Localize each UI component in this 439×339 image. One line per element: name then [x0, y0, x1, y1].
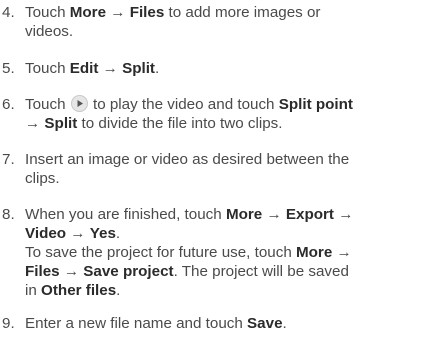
text-segment: → [25, 115, 45, 132]
text-segment: Touch [25, 4, 70, 21]
text-segment: to divide the file into two clips. [77, 115, 283, 132]
ui-term: Split [44, 115, 78, 132]
text-segment: in [25, 282, 42, 299]
text-segment: → [66, 225, 90, 242]
ui-term: Edit [69, 60, 99, 77]
ui-term: More [296, 244, 333, 261]
text-segment: → [98, 60, 123, 77]
text-line: Touch to play the video and touch Split … [25, 95, 437, 114]
step-number: 8. [2, 206, 15, 223]
text-line: in Other files. [25, 281, 437, 300]
text-segment: to play the video and touch [88, 96, 279, 113]
play-icon [70, 95, 88, 112]
ui-term: Save [247, 315, 283, 332]
ui-term: Video [25, 225, 67, 242]
step-text: Enter a new file name and touch Save. [25, 314, 437, 333]
step-number: 6. [2, 96, 15, 113]
step-text: When you are finished, touch More → Expo… [25, 205, 437, 243]
ui-term: Files [25, 263, 60, 280]
text-segment: to add more images or [164, 4, 321, 21]
step-number: 4. [2, 4, 15, 21]
ui-term: Split [122, 60, 155, 77]
text-segment: Touch [25, 96, 70, 113]
text-segment: → [333, 206, 354, 223]
instruction-list: 4. Touch More → Files to add more images … [0, 0, 439, 339]
ui-term: Split point [278, 96, 353, 113]
text-line: Enter a new file name and touch Save. [25, 314, 437, 333]
text-segment: → [59, 263, 84, 280]
ui-term: More [225, 206, 263, 223]
text-segment: . [282, 315, 287, 332]
text-segment: → [106, 4, 130, 21]
text-line: → Split to divide the file into two clip… [25, 114, 437, 133]
step-number: 9. [2, 315, 15, 332]
text-segment: Enter a new file name and touch [25, 315, 248, 332]
step-text: To save the project for future use, touc… [25, 243, 437, 300]
text-segment: When you are finished, touch [25, 206, 226, 223]
text-segment: . [115, 225, 121, 242]
step-text: Insert an image or video as desired betw… [25, 150, 437, 188]
ui-term: Save project [83, 263, 174, 280]
text-segment: . The project will be saved [173, 263, 349, 280]
ui-term: Files [129, 4, 165, 21]
text-segment: To save the project for future use, touc… [25, 244, 296, 261]
step-text: Touch to play the video and touch Split … [25, 95, 437, 133]
text-segment: → [332, 244, 352, 261]
text-line: To save the project for future use, touc… [25, 243, 437, 262]
ui-term: Export [285, 206, 334, 223]
text-segment: videos. [25, 23, 74, 40]
ui-term: Yes [89, 225, 116, 242]
text-line: videos. [25, 22, 437, 41]
step-text: Touch Edit → Split. [25, 59, 437, 78]
ui-term: More [69, 4, 107, 21]
text-segment: Touch [25, 60, 70, 77]
step-number: 7. [2, 151, 15, 168]
text-segment: clips. [25, 170, 60, 187]
text-segment: → [262, 206, 286, 223]
text-line: Video → Yes. [25, 224, 437, 243]
text-line: Touch More → Files to add more images or [25, 3, 437, 22]
text-line: Insert an image or video as desired betw… [25, 150, 437, 169]
ui-term: Other files [41, 282, 117, 299]
text-segment: . [154, 60, 160, 77]
text-segment: . [116, 282, 121, 299]
step-text: Touch More → Files to add more images or… [25, 3, 437, 41]
text-line: Files → Save project. The project will b… [25, 262, 437, 281]
step-number: 5. [2, 60, 15, 77]
text-line: clips. [25, 169, 437, 188]
text-line: When you are finished, touch More → Expo… [25, 205, 437, 224]
text-line: Touch Edit → Split. [25, 59, 437, 78]
text-segment: Insert an image or video as desired betw… [25, 151, 350, 168]
